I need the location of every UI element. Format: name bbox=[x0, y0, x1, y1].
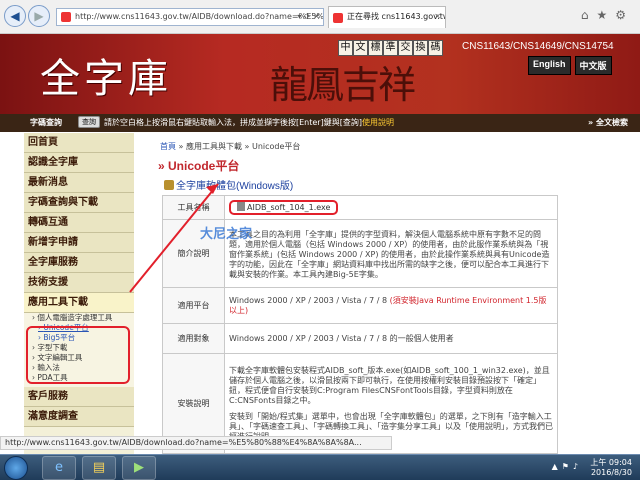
watermark: 大尼之家 bbox=[200, 227, 253, 242]
url-text: http://www.cns11643.gov.tw/AIDB/download… bbox=[75, 12, 324, 21]
sidebar: 回首頁 認識全字庫 最新消息 字碼查詢與下載 轉碼互通 新增字申請 全字庫服務 … bbox=[24, 133, 134, 454]
refresh-icon[interactable]: ▾ ⟳ ✕ bbox=[297, 9, 320, 25]
search-hint: 請於空白格上按滑鼠右鍵貼取輸入法，拼成並擷字後按[Enter]鍵與[查詢]使用說… bbox=[104, 114, 394, 132]
clock-time: 上午 09:04 bbox=[590, 458, 632, 467]
english-button[interactable]: English bbox=[528, 56, 571, 75]
code-char: 換 bbox=[413, 40, 428, 56]
sidebar-item-tools[interactable]: 應用工具下載 bbox=[24, 293, 134, 313]
sidebar-item-new-char[interactable]: 新增字申請 bbox=[24, 233, 134, 253]
sidebar-item-transcoding[interactable]: 轉碼互通 bbox=[24, 213, 134, 233]
status-bar: http://www.cns11643.gov.tw/AIDB/download… bbox=[0, 436, 392, 450]
table-row: 工具名稱 AIDB_soft_104_1.exe bbox=[162, 195, 558, 220]
filename-label: 工具名稱 bbox=[162, 195, 225, 220]
crumb-current: Unicode平台 bbox=[251, 142, 301, 151]
sidebar-item-about[interactable]: 認識全字庫 bbox=[24, 153, 134, 173]
forward-arrow-icon[interactable]: ▶ bbox=[28, 5, 50, 27]
clock-date: 2016/8/30 bbox=[590, 468, 632, 477]
tray-icons[interactable]: ▲⚑♪ bbox=[552, 462, 582, 471]
code-char: 標 bbox=[368, 40, 383, 56]
taskbar: e ▤ ▶ ▲⚑♪ 上午 09:04 2016/8/30 bbox=[0, 454, 640, 480]
site-logo[interactable]: 全字庫 bbox=[40, 46, 172, 104]
table-row: 適用平台 Windows 2000 / XP / 2003 / Vista / … bbox=[162, 287, 558, 324]
download-link-text: 全字庫軟體包(Windows版) bbox=[176, 181, 294, 192]
table-row: 適用對象 Windows 2000 / XP / 2003 / Vista / … bbox=[162, 323, 558, 354]
search-label: 字碼查詢 bbox=[30, 118, 62, 127]
code-title: 中 文 標 準 交 換 碼 bbox=[338, 40, 443, 56]
toolbar-icons[interactable]: ⌂★⚙ bbox=[581, 8, 634, 22]
sidebar-item-support[interactable]: 技術支援 bbox=[24, 273, 134, 293]
fulltext-search-link[interactable]: » 全文檢索 bbox=[588, 114, 628, 132]
back-arrow-icon[interactable]: ◀ bbox=[4, 5, 26, 27]
sub-item-pc-tools[interactable]: › 個人電腦造字處理工具 bbox=[24, 313, 134, 323]
tab-title: 正在尋找 cns11643.gov.tw bbox=[347, 12, 446, 21]
platform-label: 適用平台 bbox=[162, 287, 225, 324]
tab-favicon-icon bbox=[333, 13, 343, 23]
code-char: 碼 bbox=[428, 40, 443, 56]
target-cell: Windows 2000 / XP / 2003 / Vista / 7 / 8… bbox=[224, 323, 558, 354]
page-title-text: Unicode平台 bbox=[168, 159, 240, 173]
breadcrumb: 首頁 » 應用工具與下載 » Unicode平台 bbox=[160, 142, 301, 151]
site-banner: 全字庫 龍鳳吉祥 中 文 標 準 交 換 碼 CNS11643/CNS14649… bbox=[0, 34, 640, 114]
site-favicon-icon bbox=[61, 12, 71, 22]
sidebar-item-news[interactable]: 最新消息 bbox=[24, 173, 134, 193]
usage-link[interactable]: 使用說明 bbox=[362, 118, 394, 127]
main-content: 首頁 » 應用工具與下載 » Unicode平台 » Unicode平台 全字庫… bbox=[148, 133, 618, 454]
search-hint-text: 請於空白格上按滑鼠右鍵貼取輸入法，拼成並擷字後按[Enter]鍵與[查詢] bbox=[104, 118, 362, 127]
platform-cell: Windows 2000 / XP / 2003 / Vista / 7 / 8… bbox=[224, 287, 558, 324]
language-switch: English 中文版 bbox=[528, 56, 612, 75]
install-text-1: 下載全字庫軟體包安裝程式AIDB_soft_版本.exe(如AIDB_soft_… bbox=[229, 365, 550, 405]
sidebar-item-customer[interactable]: 客戶服務 bbox=[24, 387, 134, 407]
code-search-bar: 字碼查詢 查詢 請於空白格上按滑鼠右鍵貼取輸入法，拼成並擷字後按[Enter]鍵… bbox=[0, 114, 640, 132]
sub-label: 個人電腦造字處理工具 bbox=[37, 313, 113, 322]
sidebar-item-home[interactable]: 回首頁 bbox=[24, 133, 134, 153]
crumb-mid[interactable]: 應用工具與下載 bbox=[186, 142, 242, 151]
highlight-box bbox=[26, 326, 130, 384]
search-button[interactable]: 查詢 bbox=[78, 116, 100, 128]
address-bar[interactable]: http://www.cns11643.gov.tw/AIDB/download… bbox=[56, 8, 324, 26]
clock[interactable]: 上午 09:04 2016/8/30 bbox=[590, 458, 632, 478]
desc-cell: 本工具之目的為利用「全字庫」提供的字型資料，解決個人電腦系統中原有字數不足的問題… bbox=[224, 219, 558, 288]
media-player-icon[interactable]: ▶ bbox=[122, 456, 156, 480]
package-icon bbox=[164, 180, 174, 190]
web-page: 全字庫 龍鳳吉祥 中 文 標 準 交 換 碼 CNS11643/CNS14649… bbox=[0, 34, 640, 454]
sidebar-item-survey[interactable]: 滿意度調查 bbox=[24, 407, 134, 427]
chinese-button[interactable]: 中文版 bbox=[574, 56, 612, 75]
fulltext-label: 全文檢索 bbox=[596, 118, 628, 127]
code-char: 中 bbox=[338, 40, 353, 56]
filename-cell: AIDB_soft_104_1.exe bbox=[224, 195, 558, 220]
sidebar-item-code-search[interactable]: 字碼查詢與下載 bbox=[24, 193, 134, 213]
file-link[interactable]: AIDB_soft_104_1.exe bbox=[229, 200, 339, 215]
download-link[interactable]: 全字庫軟體包(Windows版) bbox=[164, 177, 293, 192]
platform-text: Windows 2000 / XP / 2003 / Vista / 7 / 8 bbox=[229, 295, 390, 305]
standards-label: CNS11643/CNS14649/CNS14754 bbox=[462, 41, 614, 52]
file-name: AIDB_soft_104_1.exe bbox=[247, 203, 331, 212]
target-label: 適用對象 bbox=[162, 323, 225, 354]
page-title: » Unicode平台 bbox=[158, 159, 240, 173]
browser-tab[interactable]: 正在尋找 cns11643.gov.tw ✕ bbox=[328, 6, 446, 28]
file-icon bbox=[237, 202, 245, 211]
internet-explorer-icon[interactable]: e bbox=[42, 456, 76, 480]
start-button[interactable] bbox=[4, 456, 28, 480]
file-explorer-icon[interactable]: ▤ bbox=[82, 456, 116, 480]
code-char: 交 bbox=[398, 40, 413, 56]
browser-chrome: ◀ ▶ http://www.cns11643.gov.tw/AIDB/down… bbox=[0, 0, 640, 34]
crumb-home[interactable]: 首頁 bbox=[160, 142, 176, 151]
brush-calligraphy: 龍鳳吉祥 bbox=[270, 63, 416, 107]
sidebar-item-services[interactable]: 全字庫服務 bbox=[24, 253, 134, 273]
close-tab-icon[interactable]: ✕ bbox=[434, 7, 441, 27]
code-char: 文 bbox=[353, 40, 368, 56]
code-char: 準 bbox=[383, 40, 398, 56]
